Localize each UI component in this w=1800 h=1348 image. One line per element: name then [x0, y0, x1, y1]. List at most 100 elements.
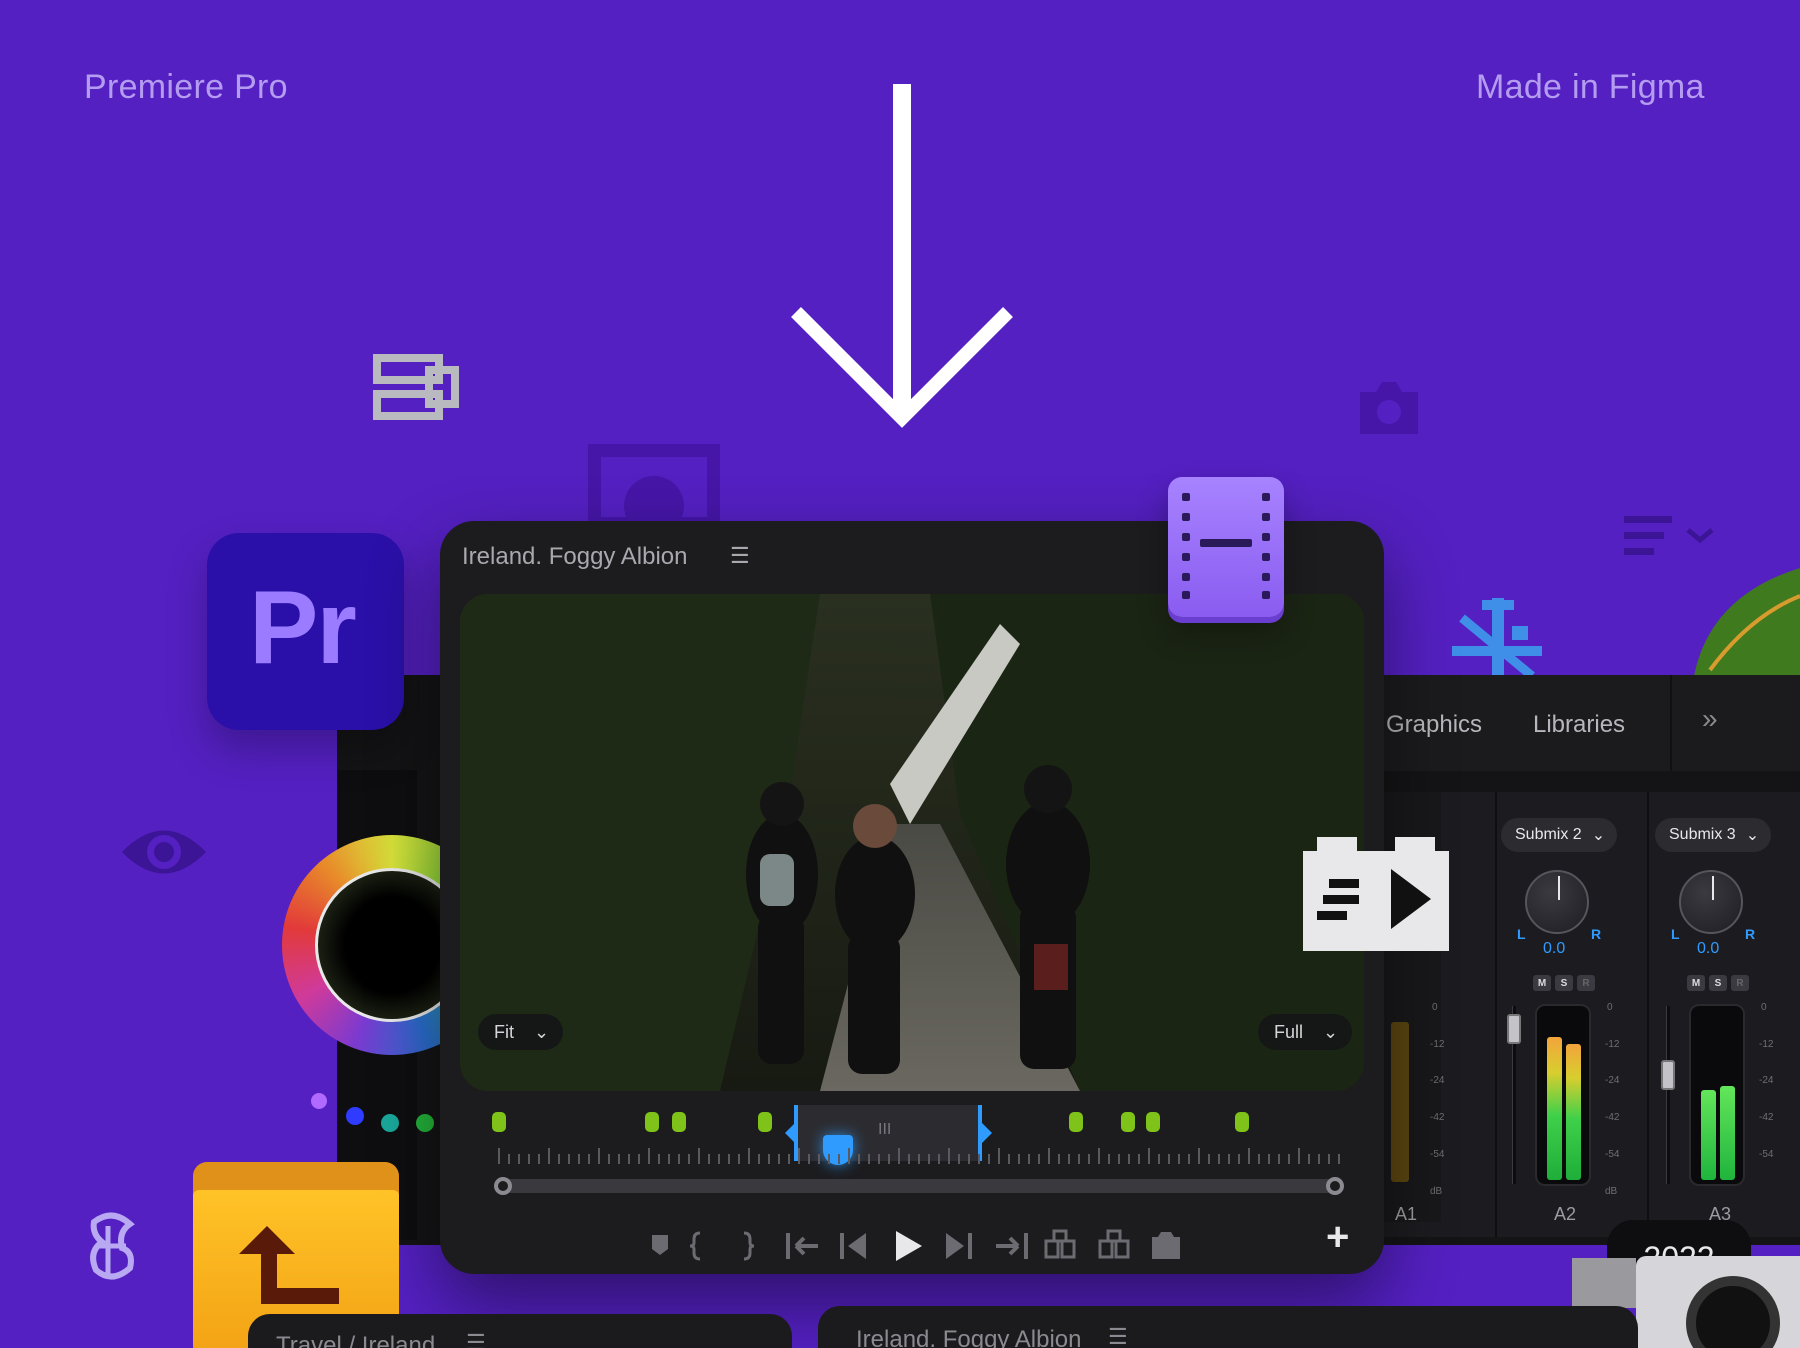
panel-tab-bar: Graphics Libraries » [1370, 675, 1800, 771]
work-area-start-handle[interactable] [785, 1123, 795, 1143]
pan-value: 0.0 [1697, 940, 1720, 957]
marker-icon[interactable] [642, 1225, 678, 1265]
zoom-select[interactable]: Fit ⌄ [478, 1014, 564, 1050]
app-name-caption: Premiere Pro [84, 68, 288, 106]
submix-label: Submix 3 [1669, 826, 1736, 843]
meter-bar-right [1720, 1086, 1735, 1180]
scale-tick: -24 [1430, 1075, 1445, 1086]
channel-a3: Submix 3 ⌄ L R 0.0 M S R 0 -12 -24 -42 -… [1651, 792, 1800, 1237]
project-panel-title: Travel / Ireland [276, 1332, 436, 1348]
leaf-image [1690, 566, 1800, 676]
tab-graphics[interactable]: Graphics [1386, 711, 1482, 739]
scale-tick: 0 [1761, 1002, 1767, 1013]
play-icon[interactable] [882, 1225, 922, 1265]
chevron-down-icon: ⌄ [534, 1021, 550, 1042]
timeline-marker[interactable] [1121, 1112, 1135, 1132]
pan-knob[interactable] [1525, 870, 1589, 934]
scale-tick: -42 [1605, 1112, 1620, 1123]
hamburger-icon[interactable]: ☰ [730, 543, 750, 569]
scale-tick: 0 [1432, 1002, 1438, 1013]
hamburger-icon[interactable]: ☰ [1108, 1324, 1128, 1348]
volume-fader-handle[interactable] [1507, 1014, 1521, 1044]
zoom-select-label: Fit [494, 1021, 514, 1042]
timeline-marker[interactable] [492, 1112, 506, 1132]
timeline-marker[interactable] [1146, 1112, 1160, 1132]
scale-tick: -12 [1605, 1039, 1620, 1050]
channel-a2: Submix 2 ⌄ L R 0.0 M S R 0 -12 -24 -42 -… [1499, 792, 1645, 1237]
volume-fader-handle[interactable] [1661, 1060, 1675, 1090]
channel-label-a2: A2 [1554, 1204, 1577, 1224]
solo-button[interactable]: S [1709, 975, 1727, 991]
pan-right-label: R [1745, 926, 1756, 942]
solo-button[interactable]: S [1555, 975, 1573, 991]
zoom-scroll-bar[interactable] [496, 1179, 1342, 1193]
monitor-title: Ireland. Foggy Albion [462, 543, 688, 570]
timeline-marker[interactable] [645, 1112, 659, 1132]
color-dot [346, 1107, 364, 1125]
chevron-down-icon: ⌄ [1591, 827, 1606, 844]
scale-tick: -12 [1430, 1039, 1445, 1050]
chevron-down-icon: ⌄ [1323, 1021, 1339, 1042]
scale-tick: -42 [1430, 1112, 1445, 1123]
mute-button[interactable]: M [1533, 975, 1551, 991]
ornament-icon [84, 1212, 140, 1284]
submix-select[interactable]: Submix 3 ⌄ [1655, 818, 1771, 852]
work-area-end-handle[interactable] [982, 1123, 992, 1143]
pan-knob[interactable] [1679, 870, 1743, 934]
timeline-marker[interactable] [758, 1112, 772, 1132]
scale-tick: -54 [1605, 1149, 1620, 1160]
tab-divider [1670, 675, 1672, 771]
lens-icon [1686, 1276, 1780, 1348]
export-media-icon [1303, 833, 1449, 951]
scroll-start-handle[interactable] [494, 1177, 512, 1195]
meter-bar-right [1566, 1044, 1581, 1180]
level-meter [1535, 1004, 1591, 1186]
record-button[interactable]: R [1731, 975, 1749, 991]
scale-tick: -24 [1759, 1075, 1774, 1086]
align-icon [373, 352, 459, 426]
pan-left-label: L [1671, 926, 1680, 942]
double-chevron-right-icon[interactable]: » [1702, 703, 1718, 735]
scale-tick: 0 [1607, 1002, 1613, 1013]
meter-a1-bar [1391, 1022, 1409, 1182]
list-dropdown-icon [1622, 512, 1718, 560]
time-ruler [498, 1148, 1340, 1164]
channel-label-a1: A1 [1395, 1204, 1418, 1224]
tab-libraries[interactable]: Libraries [1533, 711, 1625, 739]
pan-value: 0.0 [1543, 940, 1566, 957]
forest-photo [460, 594, 1364, 1091]
snap-icon [1452, 598, 1542, 676]
scale-tick: -42 [1759, 1112, 1774, 1123]
timeline-marker[interactable] [1235, 1112, 1249, 1132]
quality-select[interactable]: Full ⌄ [1258, 1014, 1353, 1050]
meter-bar-left [1547, 1037, 1562, 1180]
camera-body-partial [1636, 1256, 1800, 1348]
submix-select[interactable]: Submix 2 ⌄ [1501, 818, 1617, 852]
mute-button[interactable]: M [1687, 975, 1705, 991]
made-in-caption: Made in Figma [1476, 68, 1705, 106]
down-arrow-icon [790, 80, 1014, 430]
pan-left-label: L [1517, 926, 1526, 942]
color-dot [311, 1093, 327, 1109]
project-panel: Travel / Ireland ☰ [248, 1314, 792, 1348]
timeline-marker[interactable] [672, 1112, 686, 1132]
scroll-end-handle[interactable] [1326, 1177, 1344, 1195]
record-button[interactable]: R [1577, 975, 1595, 991]
add-button[interactable]: + [1326, 1215, 1349, 1260]
hamburger-icon[interactable]: ☰ [466, 1330, 486, 1348]
scale-tick: -24 [1605, 1075, 1620, 1086]
submix-label: Submix 2 [1515, 826, 1582, 843]
scale-tick: -54 [1430, 1149, 1445, 1160]
camera-icon [1356, 378, 1422, 436]
timeline-marker[interactable] [1069, 1112, 1083, 1132]
volume-fader-track [1666, 1006, 1670, 1184]
color-dot [381, 1114, 399, 1132]
timeline-panel: Ireland. Foggy Albion ☰ [818, 1306, 1638, 1348]
color-dot [416, 1114, 434, 1132]
premiere-pro-logo: Pr [207, 533, 404, 730]
quality-select-label: Full [1274, 1021, 1304, 1042]
chevron-down-icon: ⌄ [1745, 827, 1760, 844]
video-preview[interactable]: Fit ⌄ Full ⌄ [460, 594, 1364, 1091]
scale-tick: -54 [1759, 1149, 1774, 1160]
crop-frame-icon [588, 444, 720, 524]
